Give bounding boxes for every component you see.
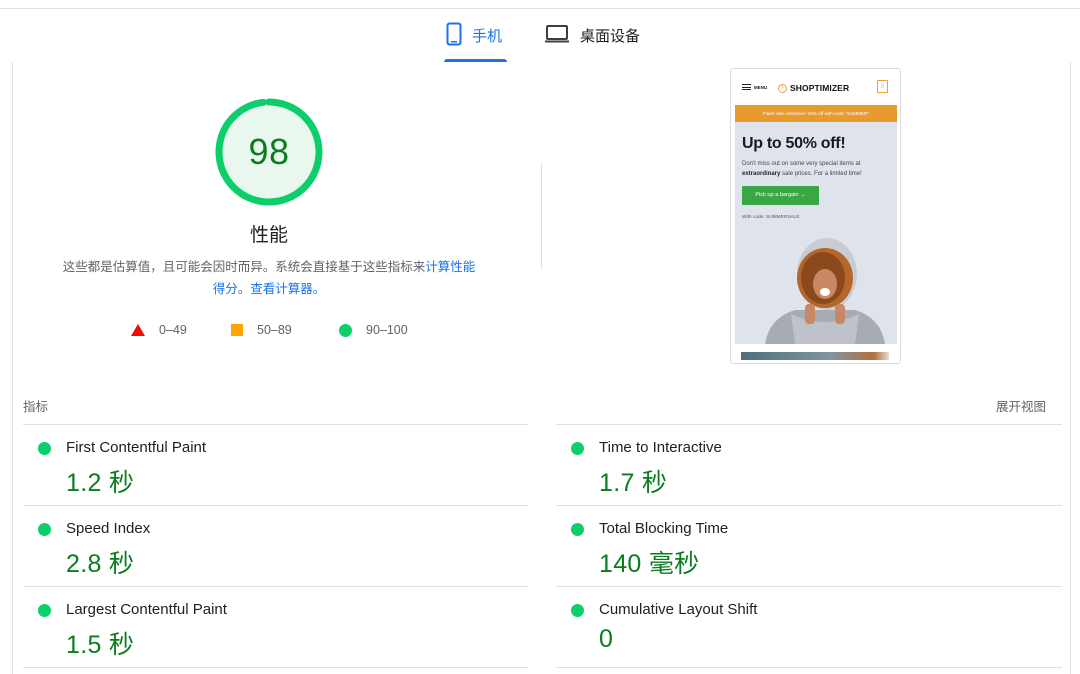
- legend-pass-label: 90–100: [366, 323, 408, 337]
- card-border-right: [1070, 62, 1071, 674]
- final-screenshot[interactable]: MENU ⚡ SHOPTIMIZER 0 Flash sale unlocked…: [730, 68, 901, 364]
- metric-value: 1.7 秒: [599, 469, 668, 497]
- hero-cta-button: Pick up a bargain →: [742, 186, 819, 205]
- pass-indicator-icon: [571, 442, 584, 455]
- score-calc-link-continued[interactable]: 得分: [213, 282, 238, 296]
- legend-average-label: 50–89: [257, 323, 292, 337]
- circle-icon: [339, 323, 352, 337]
- score-description: 这些都是估算值，且可能会因时而异。系统会直接基于这些指标来计算性能得分。查看计算…: [30, 256, 508, 300]
- hero-text-1: Don't miss out on some very special item…: [742, 161, 861, 167]
- performance-gauge[interactable]: 98: [214, 97, 324, 207]
- active-tab-indicator: [444, 59, 507, 62]
- cart-icon: 0: [877, 80, 888, 93]
- site-menu-label: MENU: [754, 84, 768, 90]
- performance-score: 98: [248, 131, 290, 172]
- metric-name: Speed Index: [66, 520, 151, 537]
- metric-value: 140 毫秒: [599, 550, 700, 578]
- metric-name: Largest Contentful Paint: [66, 601, 227, 618]
- metric-name: Total Blocking Time: [599, 520, 729, 537]
- bolt-icon: ⚡: [778, 83, 787, 93]
- vertical-divider: [541, 163, 542, 269]
- tab-mobile[interactable]: 手机: [444, 9, 507, 62]
- pass-indicator-icon: [38, 523, 51, 536]
- card-border-left: [12, 62, 13, 674]
- tab-mobile-label: 手机: [472, 28, 503, 45]
- legend-fail-label: 0–49: [159, 323, 187, 337]
- phone-icon: [446, 22, 462, 50]
- legend-fail: 0–49: [131, 320, 187, 340]
- square-icon: [231, 324, 243, 336]
- triangle-icon: [131, 324, 145, 336]
- hero-text-2: sale prices. For a limited time!: [782, 171, 862, 177]
- metric-cumulative-layout-shift: Cumulative Layout Shift 0: [556, 587, 1061, 668]
- pass-indicator-icon: [571, 604, 584, 617]
- description-sep: 。: [237, 282, 251, 296]
- performance-title: 性能: [249, 225, 288, 246]
- laptop-icon: [544, 24, 570, 48]
- site-logo: ⚡ SHOPTIMIZER: [778, 83, 849, 93]
- metric-name: Time to Interactive: [599, 439, 722, 456]
- tab-desktop-label: 桌面设备: [580, 28, 641, 45]
- legend-average: 50–89: [231, 320, 292, 340]
- site-menu: MENU: [742, 84, 767, 90]
- tab-desktop[interactable]: 桌面设备: [544, 9, 640, 62]
- site-next-section: [741, 352, 889, 360]
- metric-value: 1.5 秒: [66, 631, 135, 659]
- description-text: 这些都是估算值，且可能会因时而异。系统会直接基于这些指标来: [62, 260, 426, 274]
- metrics-label: 指标: [23, 400, 49, 414]
- hero-photo: [765, 238, 885, 344]
- calculator-link[interactable]: 查看计算器。: [250, 282, 325, 296]
- metric-value: 1.2 秒: [66, 469, 135, 497]
- metric-value: 0: [599, 625, 614, 653]
- metric-largest-contentful-paint: Largest Contentful Paint 1.5 秒: [23, 587, 528, 668]
- pass-indicator-icon: [38, 442, 51, 455]
- flash-banner: Flash sale unlocked • 25% off with code …: [735, 105, 897, 122]
- hamburger-icon: [742, 84, 751, 90]
- site-hero: Up to 50% off! Don't miss out on some ve…: [735, 122, 897, 344]
- score-calc-link[interactable]: 计算性能: [425, 260, 475, 274]
- metric-time-to-interactive: Time to Interactive 1.7 秒: [556, 425, 1061, 506]
- hero-text: Don't miss out on some very special item…: [742, 159, 894, 179]
- metric-name: First Contentful Paint: [66, 439, 207, 456]
- lighthouse-report: 手机 桌面设备 98 性能 这些都是估算值，且可能会因时而异。系统会直接基于这些…: [0, 0, 1080, 674]
- expand-view-toggle[interactable]: 展开视图: [996, 396, 1046, 415]
- metric-value: 2.8 秒: [66, 550, 135, 578]
- metric-speed-index: Speed Index 2.8 秒: [23, 506, 528, 587]
- hero-text-bold: extraordinary: [742, 171, 781, 177]
- pass-indicator-icon: [571, 523, 584, 536]
- device-tabbar: 手机 桌面设备: [0, 9, 1080, 62]
- metric-name: Cumulative Layout Shift: [599, 601, 758, 618]
- site-logo-text: SHOPTIMIZER: [790, 83, 850, 93]
- site-header: MENU ⚡ SHOPTIMIZER 0: [731, 69, 900, 105]
- metric-total-blocking-time: Total Blocking Time 140 毫秒: [556, 506, 1061, 587]
- metric-first-contentful-paint: First Contentful Paint 1.2 秒: [23, 425, 528, 506]
- pass-indicator-icon: [38, 604, 51, 617]
- hero-code: With code: SUMMERSALE: [742, 215, 800, 220]
- hero-title: Up to 50% off!: [742, 135, 846, 152]
- legend-pass: 90–100: [339, 320, 408, 340]
